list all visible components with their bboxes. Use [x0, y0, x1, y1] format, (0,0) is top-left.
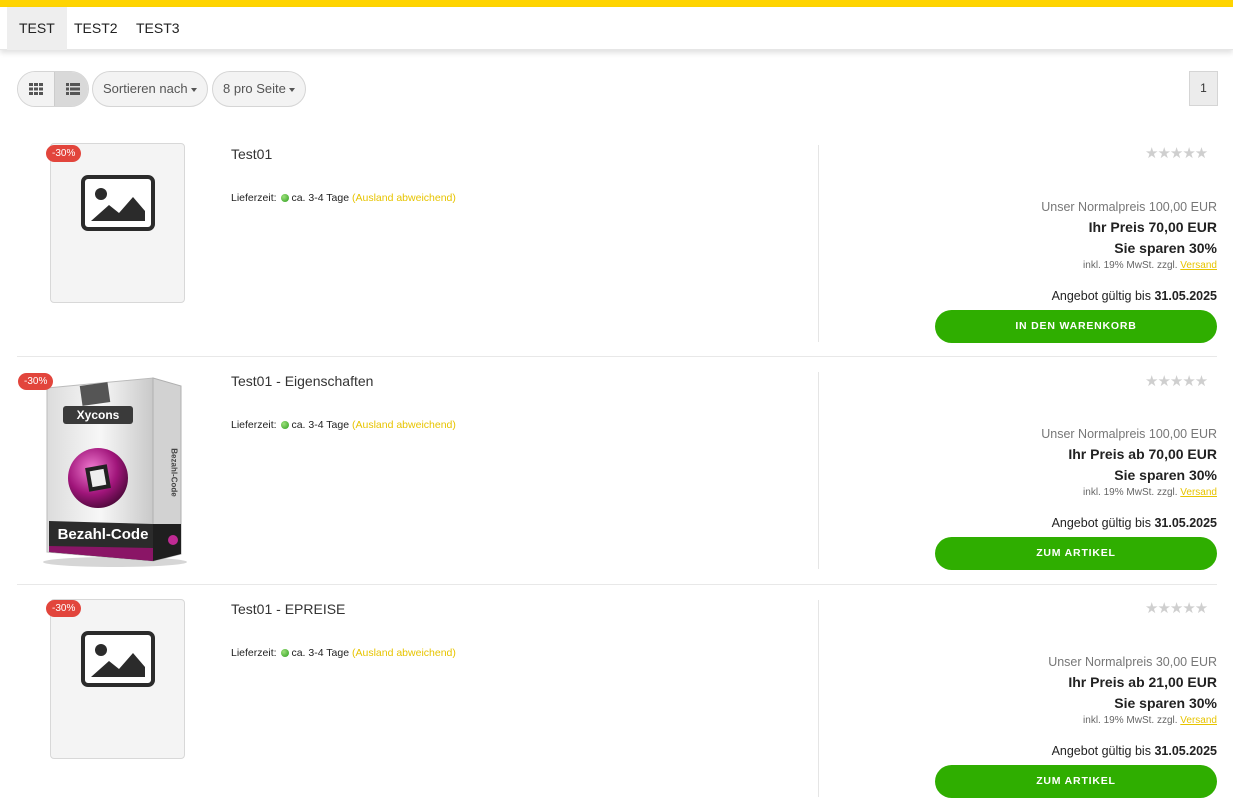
product-title[interactable]: Test01 - Eigenschaften — [231, 373, 373, 389]
offer-validity: Angebot gültig bis 31.05.2025 — [1052, 289, 1217, 303]
list-view-button[interactable] — [54, 72, 88, 106]
product-title[interactable]: Test01 — [231, 146, 272, 162]
discount-badge: -30% — [46, 145, 82, 162]
offer-date: 31.05.2025 — [1154, 516, 1217, 530]
offer-validity: Angebot gültig bis 31.05.2025 — [1052, 516, 1217, 530]
offer-date: 31.05.2025 — [1154, 289, 1217, 303]
delivery-info: Lieferzeit: ca. 3-4 Tage (Ausland abweic… — [231, 419, 456, 431]
row-divider — [17, 356, 1217, 357]
nav-tab-test[interactable]: TEST — [7, 7, 67, 50]
normal-price: Unser Normalpreis 100,00 EUR — [1041, 427, 1217, 441]
product-image[interactable]: Xycons Bezahl-Code Bezahl-Code — [35, 376, 187, 568]
your-price: Ihr Preis ab 21,00 EUR — [1068, 674, 1217, 690]
saving-text: Sie sparen 30% — [1114, 467, 1217, 483]
delivery-info: Lieferzeit: ca. 3-4 Tage (Ausland abweic… — [231, 647, 456, 659]
box-side-text: Bezahl-Code — [169, 448, 179, 497]
column-divider — [818, 372, 819, 569]
per-page-dropdown[interactable]: 8 pro Seite — [212, 71, 306, 107]
your-price: Ihr Preis 70,00 EUR — [1088, 219, 1217, 235]
delivery-abroad-note[interactable]: (Ausland abweichend) — [352, 192, 456, 204]
delivery-abroad-note[interactable]: (Ausland abweichend) — [352, 419, 456, 431]
normal-price: Unser Normalpreis 30,00 EUR — [1048, 655, 1217, 669]
delivery-time: ca. 3-4 Tage — [291, 419, 350, 431]
tax-info: inkl. 19% MwSt. zzgl. Versand — [1083, 487, 1217, 498]
grid-icon — [29, 83, 43, 95]
column-divider — [818, 600, 819, 797]
offer-label: Angebot gültig bis — [1051, 289, 1151, 303]
view-product-button[interactable]: ZUM ARTIKEL — [935, 765, 1217, 798]
nav-tab-test3[interactable]: TEST3 — [124, 7, 192, 50]
offer-label: Angebot gültig bis — [1051, 744, 1151, 758]
shipping-link[interactable]: Versand — [1180, 260, 1217, 271]
placeholder-image-icon — [80, 631, 155, 687]
offer-validity: Angebot gültig bis 31.05.2025 — [1052, 744, 1217, 758]
tax-text: inkl. 19% MwSt. zzgl. — [1083, 260, 1178, 271]
delivery-time: ca. 3-4 Tage — [291, 192, 350, 204]
rating-stars: ★★★★★ — [1145, 144, 1208, 162]
product-title[interactable]: Test01 - EPREISE — [231, 601, 345, 617]
caret-down-icon — [288, 87, 295, 92]
sort-dropdown-label: Sortieren nach — [103, 81, 188, 96]
rating-stars: ★★★★★ — [1145, 372, 1208, 390]
rating-stars: ★★★★★ — [1145, 599, 1208, 617]
view-product-button[interactable]: ZUM ARTIKEL — [935, 537, 1217, 570]
box-title-text: Bezahl-Code — [57, 526, 149, 543]
tax-text: inkl. 19% MwSt. zzgl. — [1083, 715, 1178, 726]
grid-view-button[interactable] — [18, 72, 54, 106]
delivery-label: Lieferzeit: — [231, 647, 277, 659]
discount-badge: -30% — [18, 373, 54, 390]
saving-text: Sie sparen 30% — [1114, 695, 1217, 711]
delivery-label: Lieferzeit: — [231, 419, 277, 431]
caret-down-icon — [190, 87, 197, 92]
normal-price: Unser Normalpreis 100,00 EUR — [1041, 200, 1217, 214]
pagination-page[interactable]: 1 — [1189, 71, 1218, 106]
saving-text: Sie sparen 30% — [1114, 240, 1217, 256]
per-page-dropdown-label: 8 pro Seite — [223, 81, 286, 96]
product-image[interactable] — [50, 599, 185, 759]
discount-badge: -30% — [46, 600, 82, 617]
view-toggle-group — [17, 71, 89, 107]
offer-label: Angebot gültig bis — [1051, 516, 1151, 530]
accent-top-bar — [0, 0, 1233, 7]
category-nav: TEST TEST2 TEST3 — [0, 7, 1233, 50]
delivery-abroad-note[interactable]: (Ausland abweichend) — [352, 647, 456, 659]
offer-date: 31.05.2025 — [1154, 744, 1217, 758]
placeholder-image-icon — [80, 175, 155, 231]
tax-text: inkl. 19% MwSt. zzgl. — [1083, 487, 1178, 498]
delivery-label: Lieferzeit: — [231, 192, 277, 204]
sort-dropdown[interactable]: Sortieren nach — [92, 71, 208, 107]
delivery-info: Lieferzeit: ca. 3-4 Tage (Ausland abweic… — [231, 192, 456, 204]
row-divider — [17, 584, 1217, 585]
tax-info: inkl. 19% MwSt. zzgl. Versand — [1083, 260, 1217, 271]
availability-dot-icon — [281, 421, 290, 429]
nav-tab-test2[interactable]: TEST2 — [62, 7, 130, 50]
product-image[interactable] — [50, 143, 185, 303]
availability-dot-icon — [281, 649, 290, 657]
column-divider — [818, 145, 819, 342]
availability-dot-icon — [281, 194, 290, 202]
tax-info: inkl. 19% MwSt. zzgl. Versand — [1083, 715, 1217, 726]
list-icon — [65, 83, 80, 95]
shipping-link[interactable]: Versand — [1180, 715, 1217, 726]
delivery-time: ca. 3-4 Tage — [291, 647, 350, 659]
add-to-cart-button[interactable]: IN DEN WARENKORB — [935, 310, 1217, 343]
box-brand-text: Xycons — [76, 408, 120, 422]
your-price: Ihr Preis ab 70,00 EUR — [1068, 446, 1217, 462]
shipping-link[interactable]: Versand — [1180, 487, 1217, 498]
